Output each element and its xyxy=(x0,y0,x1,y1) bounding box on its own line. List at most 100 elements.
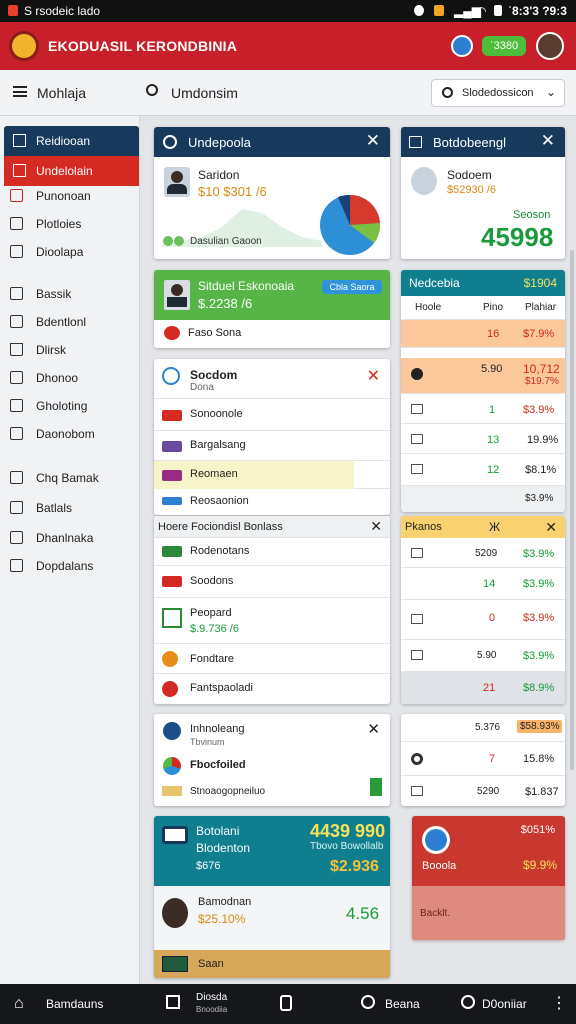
table-row[interactable]: $3.9% xyxy=(401,486,565,512)
scrollbar[interactable] xyxy=(570,250,574,770)
list-item-highlighted[interactable]: Reomaen xyxy=(154,461,390,489)
document-icon xyxy=(10,189,23,202)
list-item[interactable]: Peopard $.9.736 /6 xyxy=(154,598,390,644)
status-bar: S rsodeic lado ▂▄▆ ◠ ʿ8:3'3 ?9:3 xyxy=(0,0,576,22)
sidebar-item-label: Dlirsk xyxy=(36,343,66,357)
app-bar: EKODUASIL KERONDBINIA ʿ3380 xyxy=(0,22,576,70)
list-item[interactable]: Soodons xyxy=(154,566,390,598)
list-item[interactable]: Fantspaoladi xyxy=(154,674,390,704)
table-cell: $7.9% xyxy=(523,328,555,340)
sidebar-item-2[interactable]: Plotloies xyxy=(10,214,135,236)
menu-icon[interactable] xyxy=(13,86,27,97)
sidebar-item-11[interactable]: Batlals xyxy=(10,498,135,520)
table-title: Nedcebia xyxy=(409,276,460,290)
filter-dropdown[interactable]: Slodedossicon ⌄ xyxy=(431,79,565,107)
menu-label[interactable]: Mohlaja xyxy=(37,85,86,101)
table-cell: 14 xyxy=(483,578,496,590)
summary-footer[interactable]: Saan xyxy=(154,950,390,978)
clock-icon[interactable] xyxy=(361,995,375,1009)
table-cell: $8.9% xyxy=(523,682,555,694)
sidebar-item-10[interactable]: Chq Bamak xyxy=(10,468,135,490)
table-row[interactable]: 1 $3.9% xyxy=(401,394,565,424)
table-row[interactable]: 16 $7.9% xyxy=(401,320,565,348)
table-row[interactable]: 7 15.8% xyxy=(401,742,565,776)
sidebar-item-7[interactable]: Dhonoo xyxy=(10,368,135,390)
back-link[interactable]: Backlt. xyxy=(420,908,450,919)
close-icon[interactable]: ✕ xyxy=(367,720,380,738)
pencil-icon xyxy=(10,315,23,328)
sidebar: Reidiooan Undelolain Punonoan Plotloies … xyxy=(0,116,140,984)
table-row[interactable]: 5.90 $3.9% xyxy=(401,640,565,672)
sidebar-item-6[interactable]: Dlirsk xyxy=(10,340,135,362)
list-item[interactable]: Reosaonion xyxy=(154,489,390,515)
play-icon[interactable] xyxy=(422,826,450,854)
list-item-label: Reosaonion xyxy=(190,495,249,507)
table-row[interactable]: 13 19.9% xyxy=(401,424,565,454)
money-icon xyxy=(162,956,188,972)
orange-circle-icon xyxy=(162,651,178,667)
sidebar-item-label: Plotloies xyxy=(36,217,82,231)
sidebar-item-label: Dhanlnaka xyxy=(36,531,94,545)
nav-home-label[interactable]: Bamdauns xyxy=(46,997,103,1011)
bank-icon xyxy=(10,471,23,484)
close-icon[interactable]: ✕ xyxy=(367,366,380,386)
balance-badge[interactable]: ʿ3380 xyxy=(482,36,526,56)
sidebar-item-active[interactable]: Undelolain xyxy=(4,156,139,186)
table-cell: 13 xyxy=(487,434,500,446)
table-cell: $3.9% xyxy=(523,548,555,560)
nav-right1-label[interactable]: Beana xyxy=(385,997,420,1011)
more-vert-icon[interactable]: ⋮ xyxy=(551,993,567,1013)
green-bar-icon xyxy=(370,778,382,796)
red-tag-icon xyxy=(162,410,182,421)
sidebar-item-4[interactable]: Bassik xyxy=(10,284,135,306)
sidebar-item-13[interactable]: Dopdalans xyxy=(10,556,135,578)
close-icon[interactable]: ✕ xyxy=(366,132,380,150)
close-icon[interactable]: ✕ xyxy=(370,518,382,535)
media-card: $051% Booola $9.9% Backlt. xyxy=(412,816,565,940)
sidebar-item-3[interactable]: Dioolapa xyxy=(10,242,135,264)
moon-icon xyxy=(411,368,423,380)
close-icon[interactable]: ✕ xyxy=(545,519,557,536)
table-row[interactable]: 5290 $1.837 xyxy=(401,776,565,806)
nav-right2-label[interactable]: D0oniiar xyxy=(482,997,527,1011)
insight-row2[interactable]: Stnoaogopneiluo xyxy=(190,786,265,797)
search-icon[interactable] xyxy=(146,84,158,96)
listing-title: Socdom xyxy=(190,368,238,382)
sidebar-header[interactable]: Reidiooan xyxy=(4,126,139,156)
device-icon[interactable] xyxy=(280,995,292,1011)
sidebar-item-9[interactable]: Daonobom xyxy=(10,424,135,446)
list-item-label: Reomaen xyxy=(190,468,238,480)
sidebar-item-1[interactable]: Punonoan xyxy=(10,186,135,208)
chart-icon xyxy=(163,135,177,149)
profile-avatar[interactable] xyxy=(536,32,564,60)
summary-sub: Tbovo Bowollalb xyxy=(310,841,384,852)
column-header: Pino xyxy=(483,302,504,313)
sidebar-item-12[interactable]: Dhanlnaka xyxy=(10,528,135,550)
table-row[interactable]: 0 $3.9% xyxy=(401,600,565,640)
sidebar-item-5[interactable]: Bdentlonl xyxy=(10,312,135,334)
table-row[interactable]: 12 $8.1% xyxy=(401,454,565,486)
notifications-icon[interactable] xyxy=(451,35,473,57)
nav-center-label[interactable]: Diosda xyxy=(196,992,227,1003)
list-item[interactable]: Fondtare xyxy=(154,644,390,674)
summary-name: Bamodnan xyxy=(198,896,252,908)
table-row[interactable]: 14 $3.9% xyxy=(401,568,565,600)
economy-pill[interactable]: Cbla Saora xyxy=(322,280,382,294)
table-row[interactable]: 5.376 $58.93% xyxy=(401,714,565,742)
table-cell: 0 xyxy=(489,612,496,624)
insight-row1[interactable]: Fbocfoiled xyxy=(190,759,246,771)
search-label[interactable]: Umdonsim xyxy=(171,85,238,101)
sidebar-item-8[interactable]: Gholoting xyxy=(10,396,135,418)
table-row[interactable]: 21 $8.9% xyxy=(401,672,565,704)
image-icon xyxy=(411,434,423,444)
list-item[interactable]: Bargalsang xyxy=(154,431,390,461)
close-icon[interactable]: ✕ xyxy=(541,132,555,150)
building-icon xyxy=(10,501,23,514)
list-item[interactable]: Sonoonole xyxy=(154,399,390,431)
settings-icon[interactable] xyxy=(461,995,475,1009)
table-row[interactable]: 5.90 10,712 $19.7% xyxy=(401,358,565,394)
square-icon[interactable] xyxy=(166,995,180,1009)
table-row[interactable]: 5209 $3.9% xyxy=(401,538,565,568)
list-item[interactable]: Rodenotans xyxy=(154,538,390,566)
home-icon[interactable]: ⌂ xyxy=(14,995,24,1013)
